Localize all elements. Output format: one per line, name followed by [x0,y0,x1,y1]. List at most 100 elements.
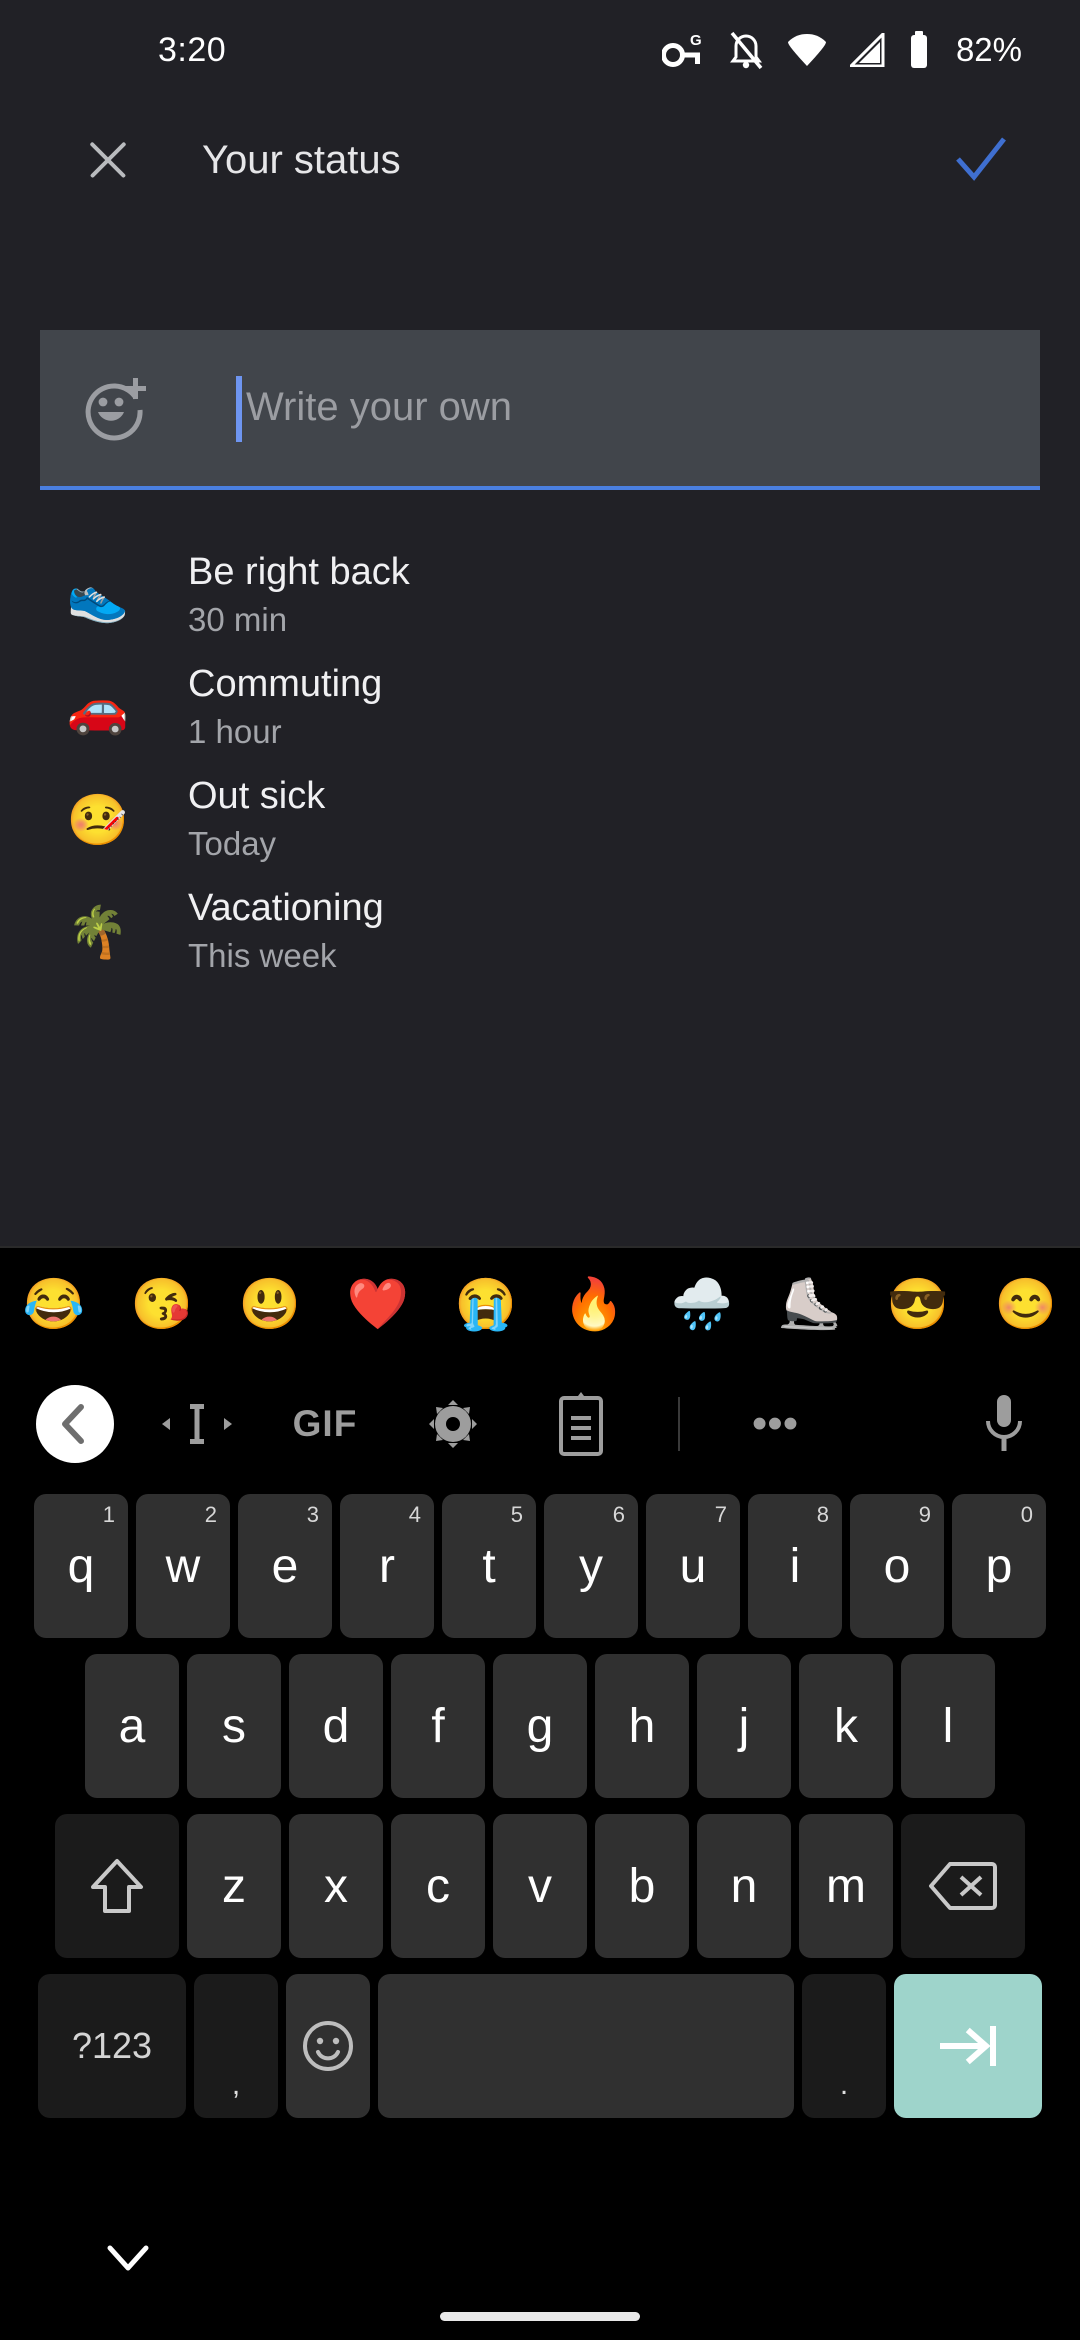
key-label: t [482,1539,495,1594]
emoji-suggestion[interactable]: 😭 [432,1279,540,1329]
period-glyph: . [840,2068,848,2102]
status-screen: 3:20 G [0,0,1080,1246]
next-key[interactable] [894,1974,1042,2118]
battery-icon [908,31,930,69]
emoji-suggestion[interactable]: ⛸️ [756,1279,864,1329]
status-bar-icons: G 82% [662,30,1022,70]
emoji-suggestion[interactable]: 🔥 [540,1279,648,1329]
key-y[interactable]: 6y [544,1494,638,1638]
screen-toolbar: Your status [0,100,1080,220]
close-icon[interactable] [78,130,138,190]
text-caret [236,376,242,442]
key-v[interactable]: v [493,1814,587,1958]
text-cursor-move-icon[interactable] [152,1385,242,1463]
gif-button[interactable]: GIF [280,1385,370,1463]
key-label: q [68,1539,95,1594]
key-a[interactable]: a [85,1654,179,1798]
key-m[interactable]: m [799,1814,893,1958]
status-input-field[interactable]: Write your own [40,330,1040,488]
notifications-off-icon [728,30,764,70]
toolbar-divider [678,1397,680,1451]
key-f[interactable]: f [391,1654,485,1798]
key-superscript: 5 [511,1502,523,1528]
shift-key[interactable] [55,1814,179,1958]
emoji-suggestion[interactable]: 😎 [864,1279,972,1329]
status-input-placeholder: Write your own [246,385,512,430]
home-indicator[interactable] [440,2312,640,2321]
system-navigation-bar [0,2190,1080,2340]
comma-glyph: , [232,2068,240,2102]
key-e[interactable]: 3e [238,1494,332,1638]
cellular-signal-icon [850,33,886,67]
key-n[interactable]: n [697,1814,791,1958]
key-g[interactable]: g [493,1654,587,1798]
back-chevron-button[interactable] [36,1385,114,1463]
symbols-key[interactable]: ?123 [38,1974,186,2118]
key-i[interactable]: 8i [748,1494,842,1638]
more-options-icon[interactable]: ••• [730,1414,820,1434]
key-c[interactable]: c [391,1814,485,1958]
key-label: y [579,1539,603,1594]
period-key[interactable]: . [802,1974,886,2118]
key-t[interactable]: 5t [442,1494,536,1638]
key-o[interactable]: 9o [850,1494,944,1638]
emoji-suggestion[interactable]: 😂 [0,1279,108,1329]
key-z[interactable]: z [187,1814,281,1958]
status-emoji-icon: 🌴 [60,907,136,957]
settings-gear-icon[interactable] [408,1385,498,1463]
clipboard-icon[interactable] [536,1385,626,1463]
check-icon[interactable] [952,131,1010,189]
key-l[interactable]: l [901,1654,995,1798]
status-duration: Today [188,822,325,866]
key-r[interactable]: 4r [340,1494,434,1638]
key-superscript: 4 [409,1502,421,1528]
microphone-icon[interactable] [964,1393,1044,1455]
key-j[interactable]: j [697,1654,791,1798]
key-u[interactable]: 7u [646,1494,740,1638]
keyboard-row-1: 1q 2w 3e 4r 5t 6y 7u 8i 9o 0p [0,1494,1080,1638]
key-label: u [680,1539,707,1594]
emoji-suggestion[interactable]: 😘 [108,1279,216,1329]
system-status-bar: 3:20 G [0,0,1080,100]
status-options-list: 👟 Be right back 30 min 🚗 Commuting 1 hou… [0,540,1080,988]
space-key[interactable] [378,1974,794,2118]
key-q[interactable]: 1q [34,1494,128,1638]
status-title: Commuting [188,662,382,706]
backspace-key[interactable] [901,1814,1025,1958]
emoji-suggestion[interactable]: 😊 [972,1279,1080,1329]
add-emoji-icon[interactable] [78,372,150,444]
emoji-suggestion-bar: 😂 😘 😃 ❤️ 😭 🔥 🌧️ ⛸️ 😎 😊 [0,1248,1080,1360]
key-p[interactable]: 0p [952,1494,1046,1638]
key-superscript: 0 [1021,1502,1033,1528]
key-superscript: 9 [919,1502,931,1528]
wifi-icon [786,33,828,67]
list-item[interactable]: 🚗 Commuting 1 hour [0,652,1080,764]
status-title: Be right back [188,550,410,594]
keyboard-row-4: ?123 , . [0,1974,1080,2118]
comma-key[interactable]: , [194,1974,278,2118]
key-k[interactable]: k [799,1654,893,1798]
key-superscript: 2 [205,1502,217,1528]
status-bar-clock: 3:20 [158,31,226,70]
list-item[interactable]: 👟 Be right back 30 min [0,540,1080,652]
status-emoji-icon: 🤒 [60,795,136,845]
status-emoji-icon: 🚗 [60,683,136,733]
chevron-down-icon[interactable] [100,2238,156,2278]
list-item[interactable]: 🤒 Out sick Today [0,764,1080,876]
emoji-key[interactable] [286,1974,370,2118]
emoji-suggestion[interactable]: 😃 [216,1279,324,1329]
key-h[interactable]: h [595,1654,689,1798]
emoji-suggestion[interactable]: ❤️ [324,1279,432,1329]
key-label: e [272,1539,299,1594]
key-w[interactable]: 2w [136,1494,230,1638]
emoji-suggestion[interactable]: 🌧️ [648,1279,756,1329]
key-s[interactable]: s [187,1654,281,1798]
list-item[interactable]: 🌴 Vacationing This week [0,876,1080,988]
key-b[interactable]: b [595,1814,689,1958]
key-superscript: 6 [613,1502,625,1528]
page-title: Your status [202,138,401,183]
key-d[interactable]: d [289,1654,383,1798]
key-x[interactable]: x [289,1814,383,1958]
key-superscript: 8 [817,1502,829,1528]
status-duration: 1 hour [188,710,382,754]
